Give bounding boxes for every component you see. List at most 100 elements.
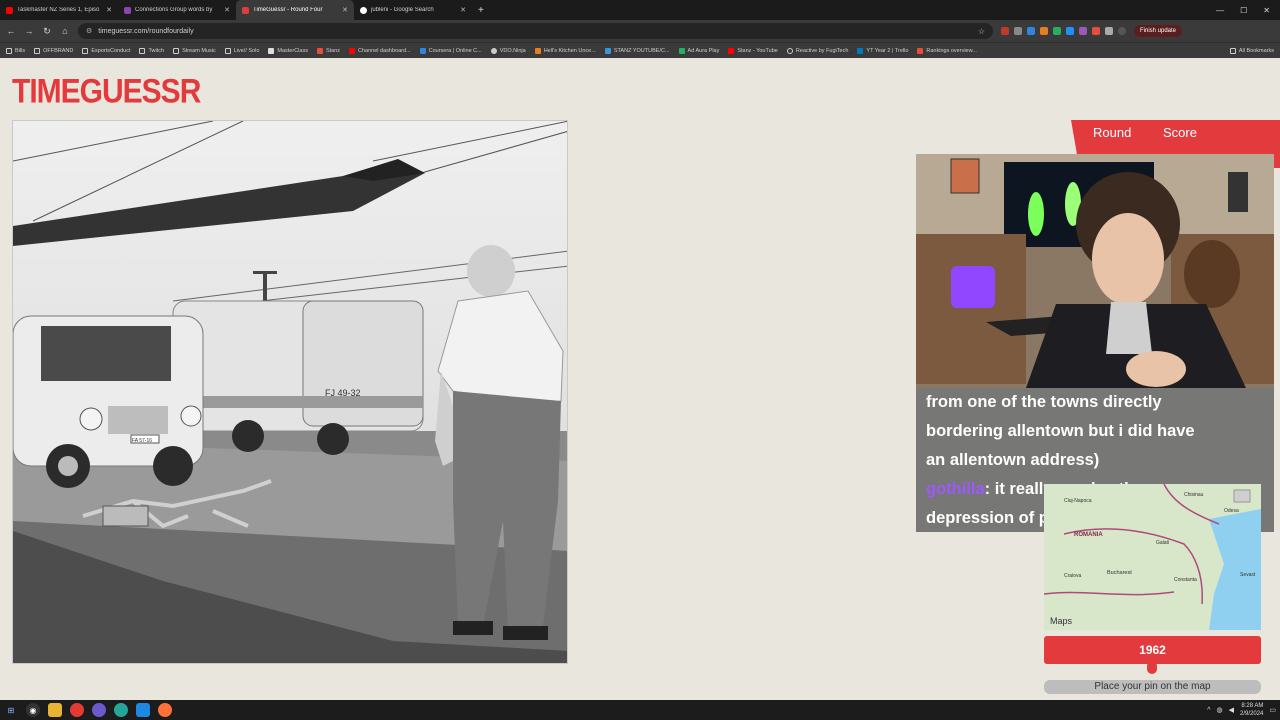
taskbar-clock[interactable]: 8:28 AM 2/9/2024 (1240, 702, 1263, 718)
bookmark-item[interactable]: VDO.Ninja (490, 47, 526, 54)
vdo-ninja-icon (490, 47, 497, 54)
bookmark-item[interactable]: EsportsConduct (82, 47, 130, 54)
bookmark-item[interactable]: Ad Aura Play (678, 47, 719, 54)
notifications-icon[interactable]: ▭ (1269, 706, 1276, 714)
folder-icon (173, 47, 180, 54)
chat-username: gothilla (926, 480, 985, 498)
browser-tab-connections[interactable]: Connections Group words by ✕ (118, 0, 236, 20)
close-icon[interactable]: ✕ (460, 6, 466, 14)
bookmark-item[interactable]: Hell's Kitchen Unce... (534, 47, 596, 54)
firefox-icon[interactable] (158, 703, 172, 717)
bookmark-item[interactable]: Stream Music (173, 47, 216, 54)
site-icon (604, 47, 611, 54)
file-explorer-icon[interactable] (48, 703, 62, 717)
browser-tab-timeguessr[interactable]: TimeGuessr - Round Four ✕ (236, 0, 354, 20)
network-icon[interactable]: ◍ (1217, 706, 1223, 714)
year-slider-thumb[interactable] (1147, 661, 1157, 674)
home-icon[interactable]: ⌂ (60, 26, 70, 36)
bookmark-item[interactable]: MasterClass (268, 47, 308, 54)
close-icon[interactable]: ✕ (224, 6, 230, 14)
chat-message-line: bordering allentown but i did have (926, 422, 1195, 440)
van-plate-text: FA 57-16 (132, 438, 152, 444)
back-icon[interactable]: ← (6, 26, 16, 36)
forward-icon[interactable]: → (24, 26, 34, 36)
folder-icon (224, 47, 231, 54)
timeguessr-logo[interactable]: TIMEGUESSR (12, 69, 201, 114)
bookmark-star-icon[interactable]: ☆ (978, 27, 985, 36)
tab-title: TimeGuessr - Round Four (253, 7, 323, 13)
chrome-icon[interactable]: ◉ (26, 703, 40, 717)
extension-icon[interactable] (1092, 27, 1100, 35)
extension-icon[interactable] (1105, 27, 1113, 35)
extension-icon[interactable] (1066, 27, 1074, 35)
round-label: Round (1093, 125, 1132, 140)
coursera-icon (419, 47, 426, 54)
guess-map[interactable]: ROMANIA Bucharest Craiova Constanta Odes… (1044, 484, 1261, 630)
chevron-up-icon[interactable]: ^ (1207, 707, 1210, 714)
all-bookmarks-button[interactable]: All Bookmarks (1229, 47, 1274, 54)
timeguessr-icon (242, 6, 249, 14)
tab-title: jubleni - Google Search (371, 7, 434, 13)
webcam-illustration (916, 154, 1274, 388)
browser-nav-bar: ← → ↻ ⌂ ⚙ timeguessr.com/roundfourdaily … (0, 20, 1280, 42)
close-window-icon[interactable]: ✕ (1263, 6, 1270, 15)
volume-icon[interactable]: ◀ (1229, 706, 1234, 714)
bookmark-item[interactable]: Stanz (316, 47, 340, 54)
app-icon[interactable] (92, 703, 106, 717)
map-label: Galati (1156, 540, 1169, 546)
extension-icon[interactable] (1014, 27, 1022, 35)
folder-icon (1229, 47, 1236, 54)
chat-message-line: from one of the towns directly (926, 393, 1162, 411)
map-fullscreen-button[interactable] (1233, 489, 1251, 503)
map-label: Cluj-Napoca (1064, 498, 1092, 504)
windows-taskbar: ⊞ ◉ ^ ◍ ◀ 8:28 AM 2/9/2024 ▭ (0, 700, 1280, 720)
map-label: Sevast (1240, 572, 1256, 578)
map-illustration: ROMANIA Bucharest Craiova Constanta Odes… (1044, 484, 1261, 630)
finish-update-button[interactable]: Finish update (1134, 25, 1183, 37)
folder-icon (139, 47, 146, 54)
app-icon[interactable] (70, 703, 84, 717)
folder-icon (34, 47, 41, 54)
minimize-icon[interactable]: — (1216, 6, 1224, 15)
extension-icon[interactable] (1027, 27, 1035, 35)
profile-avatar[interactable] (1118, 27, 1126, 35)
bookmark-item[interactable]: Rankings overview... (917, 47, 977, 54)
bookmark-item[interactable]: STANZ YOUTUBE/C... (604, 47, 670, 54)
reload-icon[interactable]: ↻ (42, 26, 52, 37)
extension-icon[interactable] (1001, 27, 1009, 35)
close-icon[interactable]: ✕ (342, 6, 348, 14)
app-icon[interactable] (136, 703, 150, 717)
extension-icon[interactable] (1053, 27, 1061, 35)
place-pin-button[interactable]: Place your pin on the map (1044, 680, 1261, 694)
windows-start-icon[interactable]: ⊞ (4, 703, 18, 717)
bookmark-item[interactable]: Twitch (139, 47, 164, 54)
bookmark-item[interactable]: Channel dashboard... (349, 47, 411, 54)
extension-icon[interactable] (1079, 27, 1087, 35)
tab-title: Connections Group words by (135, 7, 213, 13)
youtube-icon (349, 47, 356, 54)
map-label: Constanta (1174, 577, 1197, 583)
extensions-toolbar (1001, 27, 1126, 35)
map-label: Craiova (1064, 573, 1081, 579)
clock-time: 8:28 AM (1241, 703, 1264, 709)
folder-icon (82, 47, 89, 54)
bookmark-item[interactable]: Reactive by FugiTech (786, 47, 848, 54)
youtube-icon (728, 47, 735, 54)
address-bar[interactable]: ⚙ timeguessr.com/roundfourdaily ☆ (78, 23, 993, 39)
site-info-icon[interactable]: ⚙ (86, 27, 92, 35)
close-icon[interactable]: ✕ (106, 6, 112, 14)
extension-icon[interactable] (1040, 27, 1048, 35)
browser-tab-taskmaster[interactable]: Taskmaster NZ Series 1, Episo ✕ (0, 0, 118, 20)
maximize-icon[interactable]: ☐ (1240, 6, 1247, 15)
bookmark-item[interactable]: YT Year 2 | Trello (857, 47, 908, 54)
bookmark-item[interactable]: OFFBRAND (34, 47, 73, 54)
browser-tab-google[interactable]: jubleni - Google Search ✕ (354, 0, 472, 20)
bookmark-item[interactable]: Bills (6, 47, 25, 54)
site-icon (678, 47, 685, 54)
google-icon (360, 6, 367, 14)
bookmark-item[interactable]: Live// Solo (224, 47, 259, 54)
bookmark-item[interactable]: Coursera | Online C... (419, 47, 482, 54)
app-icon[interactable] (114, 703, 128, 717)
bookmark-item[interactable]: Stanz - YouTube (728, 47, 778, 54)
new-tab-button[interactable]: + (472, 5, 490, 16)
